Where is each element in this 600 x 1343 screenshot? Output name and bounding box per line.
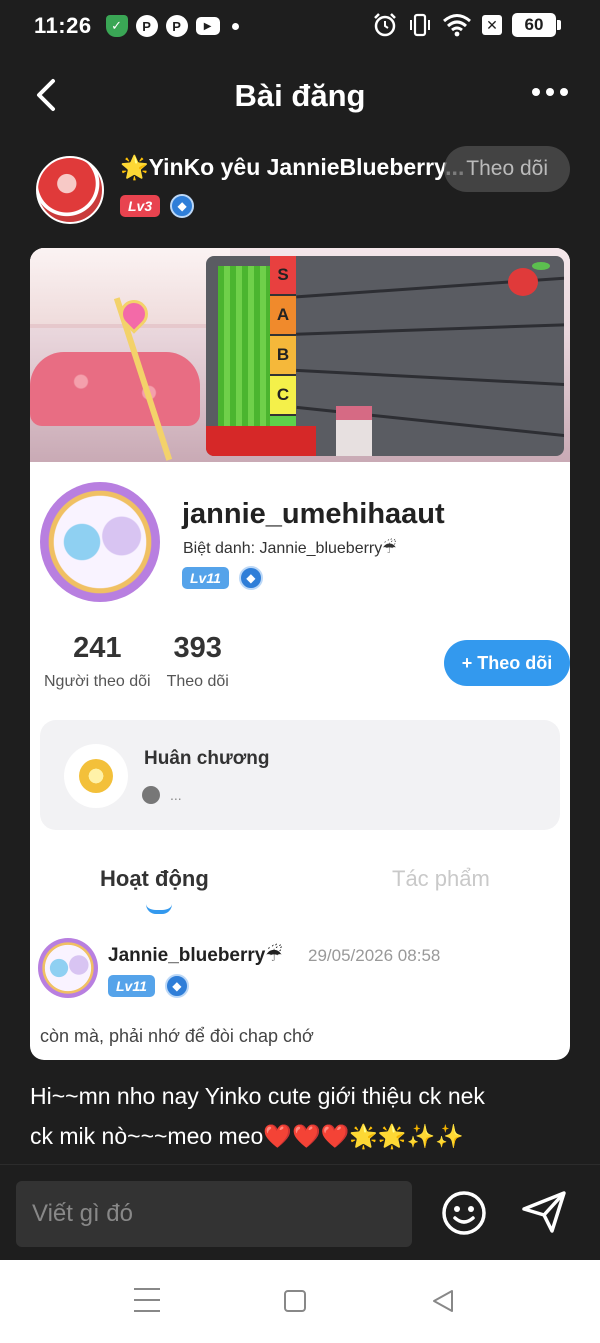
alarm-icon	[374, 13, 396, 37]
youtube-icon: ▶	[195, 17, 220, 35]
page-title: Bài đăng	[234, 78, 366, 113]
screen: 11:26 ✓ P P ▶ ✕ 60 Bài đăng 🌟YinKo yêu J…	[0, 0, 600, 1343]
tier-c: C	[270, 376, 296, 416]
home-icon[interactable]	[284, 1290, 306, 1312]
tierlist-image: S A B C D	[206, 256, 564, 456]
more-dot	[560, 88, 568, 96]
author-name[interactable]: 🌟YinKo yêu JannieBlueberry...	[120, 154, 490, 181]
notification-icons: ✓ P P ▶	[105, 15, 239, 37]
system-nav-bar	[0, 1260, 600, 1343]
post-caption: Hi~~mn nho nay Yinko cute giới thiệu ck …	[30, 1076, 575, 1156]
minecraft-figure	[336, 406, 372, 456]
tier-b: B	[270, 336, 296, 376]
followers-label: Người theo dõi	[44, 673, 151, 690]
following-stat[interactable]: 393 Theo dõi	[167, 632, 229, 691]
cherry-sticker	[508, 262, 550, 296]
sun-medal-icon	[79, 759, 113, 793]
more-dot	[546, 88, 554, 96]
profile-nickname: Biệt danh: Jannie_blueberry☔	[183, 540, 397, 557]
chevron-left-icon	[37, 79, 55, 111]
medal-list: ...	[142, 786, 182, 804]
comment-compose-bar	[0, 1164, 600, 1260]
recents-icon[interactable]	[134, 1288, 160, 1312]
activity-badges: Lv11 ◆	[108, 974, 189, 998]
activity-author: Jannie_blueberry☔	[108, 945, 283, 966]
pinterest-icon: P	[135, 15, 158, 37]
profile-badges: Lv11 ◆	[182, 566, 263, 590]
level-badge: Lv11	[108, 975, 155, 997]
diamond-icon: ◆	[164, 974, 189, 998]
author-avatar[interactable]	[36, 156, 104, 224]
back-button[interactable]	[26, 72, 66, 118]
battery-icon: 60	[512, 13, 561, 37]
tier-a: A	[270, 296, 296, 336]
medal-section[interactable]: Huân chương ...	[40, 720, 560, 830]
tab-works[interactable]: Tác phẩm	[392, 866, 490, 892]
profile-stats: 241 Người theo dõi 393 Theo dõi	[44, 632, 229, 691]
diamond-icon: ◆	[170, 194, 195, 218]
vibrate-icon	[410, 13, 430, 37]
no-sim-icon: ✕	[482, 15, 502, 35]
profile-username: jannie_umehihaaut	[182, 498, 445, 530]
diamond-icon: ◆	[238, 566, 263, 590]
shield-icon: ✓	[105, 15, 128, 37]
status-bar: 11:26 ✓ P P ▶ ✕ 60	[0, 0, 600, 52]
medal-placeholder-icon	[142, 786, 160, 804]
send-icon[interactable]	[520, 1187, 568, 1235]
tier-line	[296, 368, 564, 387]
medal-icon	[64, 744, 128, 808]
followers-count: 241	[73, 632, 122, 664]
more-dot	[532, 88, 540, 96]
shared-profile-card[interactable]: S A B C D jannie_umehihaaut Biệt danh: J…	[30, 248, 570, 1060]
grass-block	[218, 266, 270, 450]
activity-avatar	[38, 938, 98, 998]
more-options-button[interactable]	[532, 88, 568, 96]
author-badges: Lv3 ◆	[120, 194, 195, 218]
medal-title: Huân chương	[144, 748, 270, 769]
top-app-bar: Bài đăng	[0, 62, 600, 130]
wifi-icon	[443, 14, 471, 37]
comment-input[interactable]	[16, 1181, 412, 1247]
level-badge: Lv11	[182, 567, 229, 589]
profile-avatar[interactable]	[40, 482, 160, 602]
tab-activity[interactable]: Hoạt động	[100, 866, 209, 892]
caption-line: ck mik nò~~~meo meo❤️❤️❤️🌟🌟✨✨	[30, 1123, 464, 1149]
status-time: 11:26	[34, 13, 92, 38]
profile-tabs: Hoạt động Tác phẩm	[30, 866, 570, 916]
followers-stat[interactable]: 241 Người theo dõi	[44, 632, 151, 691]
nav-back-icon[interactable]	[430, 1288, 456, 1314]
tier-s: S	[270, 256, 296, 296]
red-block	[206, 426, 316, 456]
caption-line: Hi~~mn nho nay Yinko cute giới thiệu ck …	[30, 1083, 485, 1109]
post-author: 🌟YinKo yêu JannieBlueberry... Lv3 ◆ Theo…	[36, 146, 576, 232]
pinterest-icon: P	[165, 15, 188, 37]
emoji-icon[interactable]	[440, 1189, 488, 1237]
follow-button[interactable]: + Theo dõi	[444, 640, 570, 686]
active-tab-indicator	[146, 904, 172, 914]
medal-more: ...	[170, 787, 182, 803]
dot-icon	[231, 22, 239, 30]
level-badge: Lv3	[120, 195, 161, 217]
banner-stool	[30, 352, 200, 426]
following-count: 393	[173, 632, 222, 664]
activity-text: còn mà, phải nhớ để đòi chap chớ	[40, 1026, 314, 1046]
profile-banner: S A B C D	[30, 248, 570, 462]
follow-author-button[interactable]: Theo dõi	[444, 146, 570, 192]
tier-line	[296, 323, 564, 336]
following-label: Theo dõi	[166, 673, 229, 690]
activity-timestamp: 29/05/2026 08:58	[308, 946, 441, 965]
system-icons: ✕ 60	[372, 12, 561, 38]
